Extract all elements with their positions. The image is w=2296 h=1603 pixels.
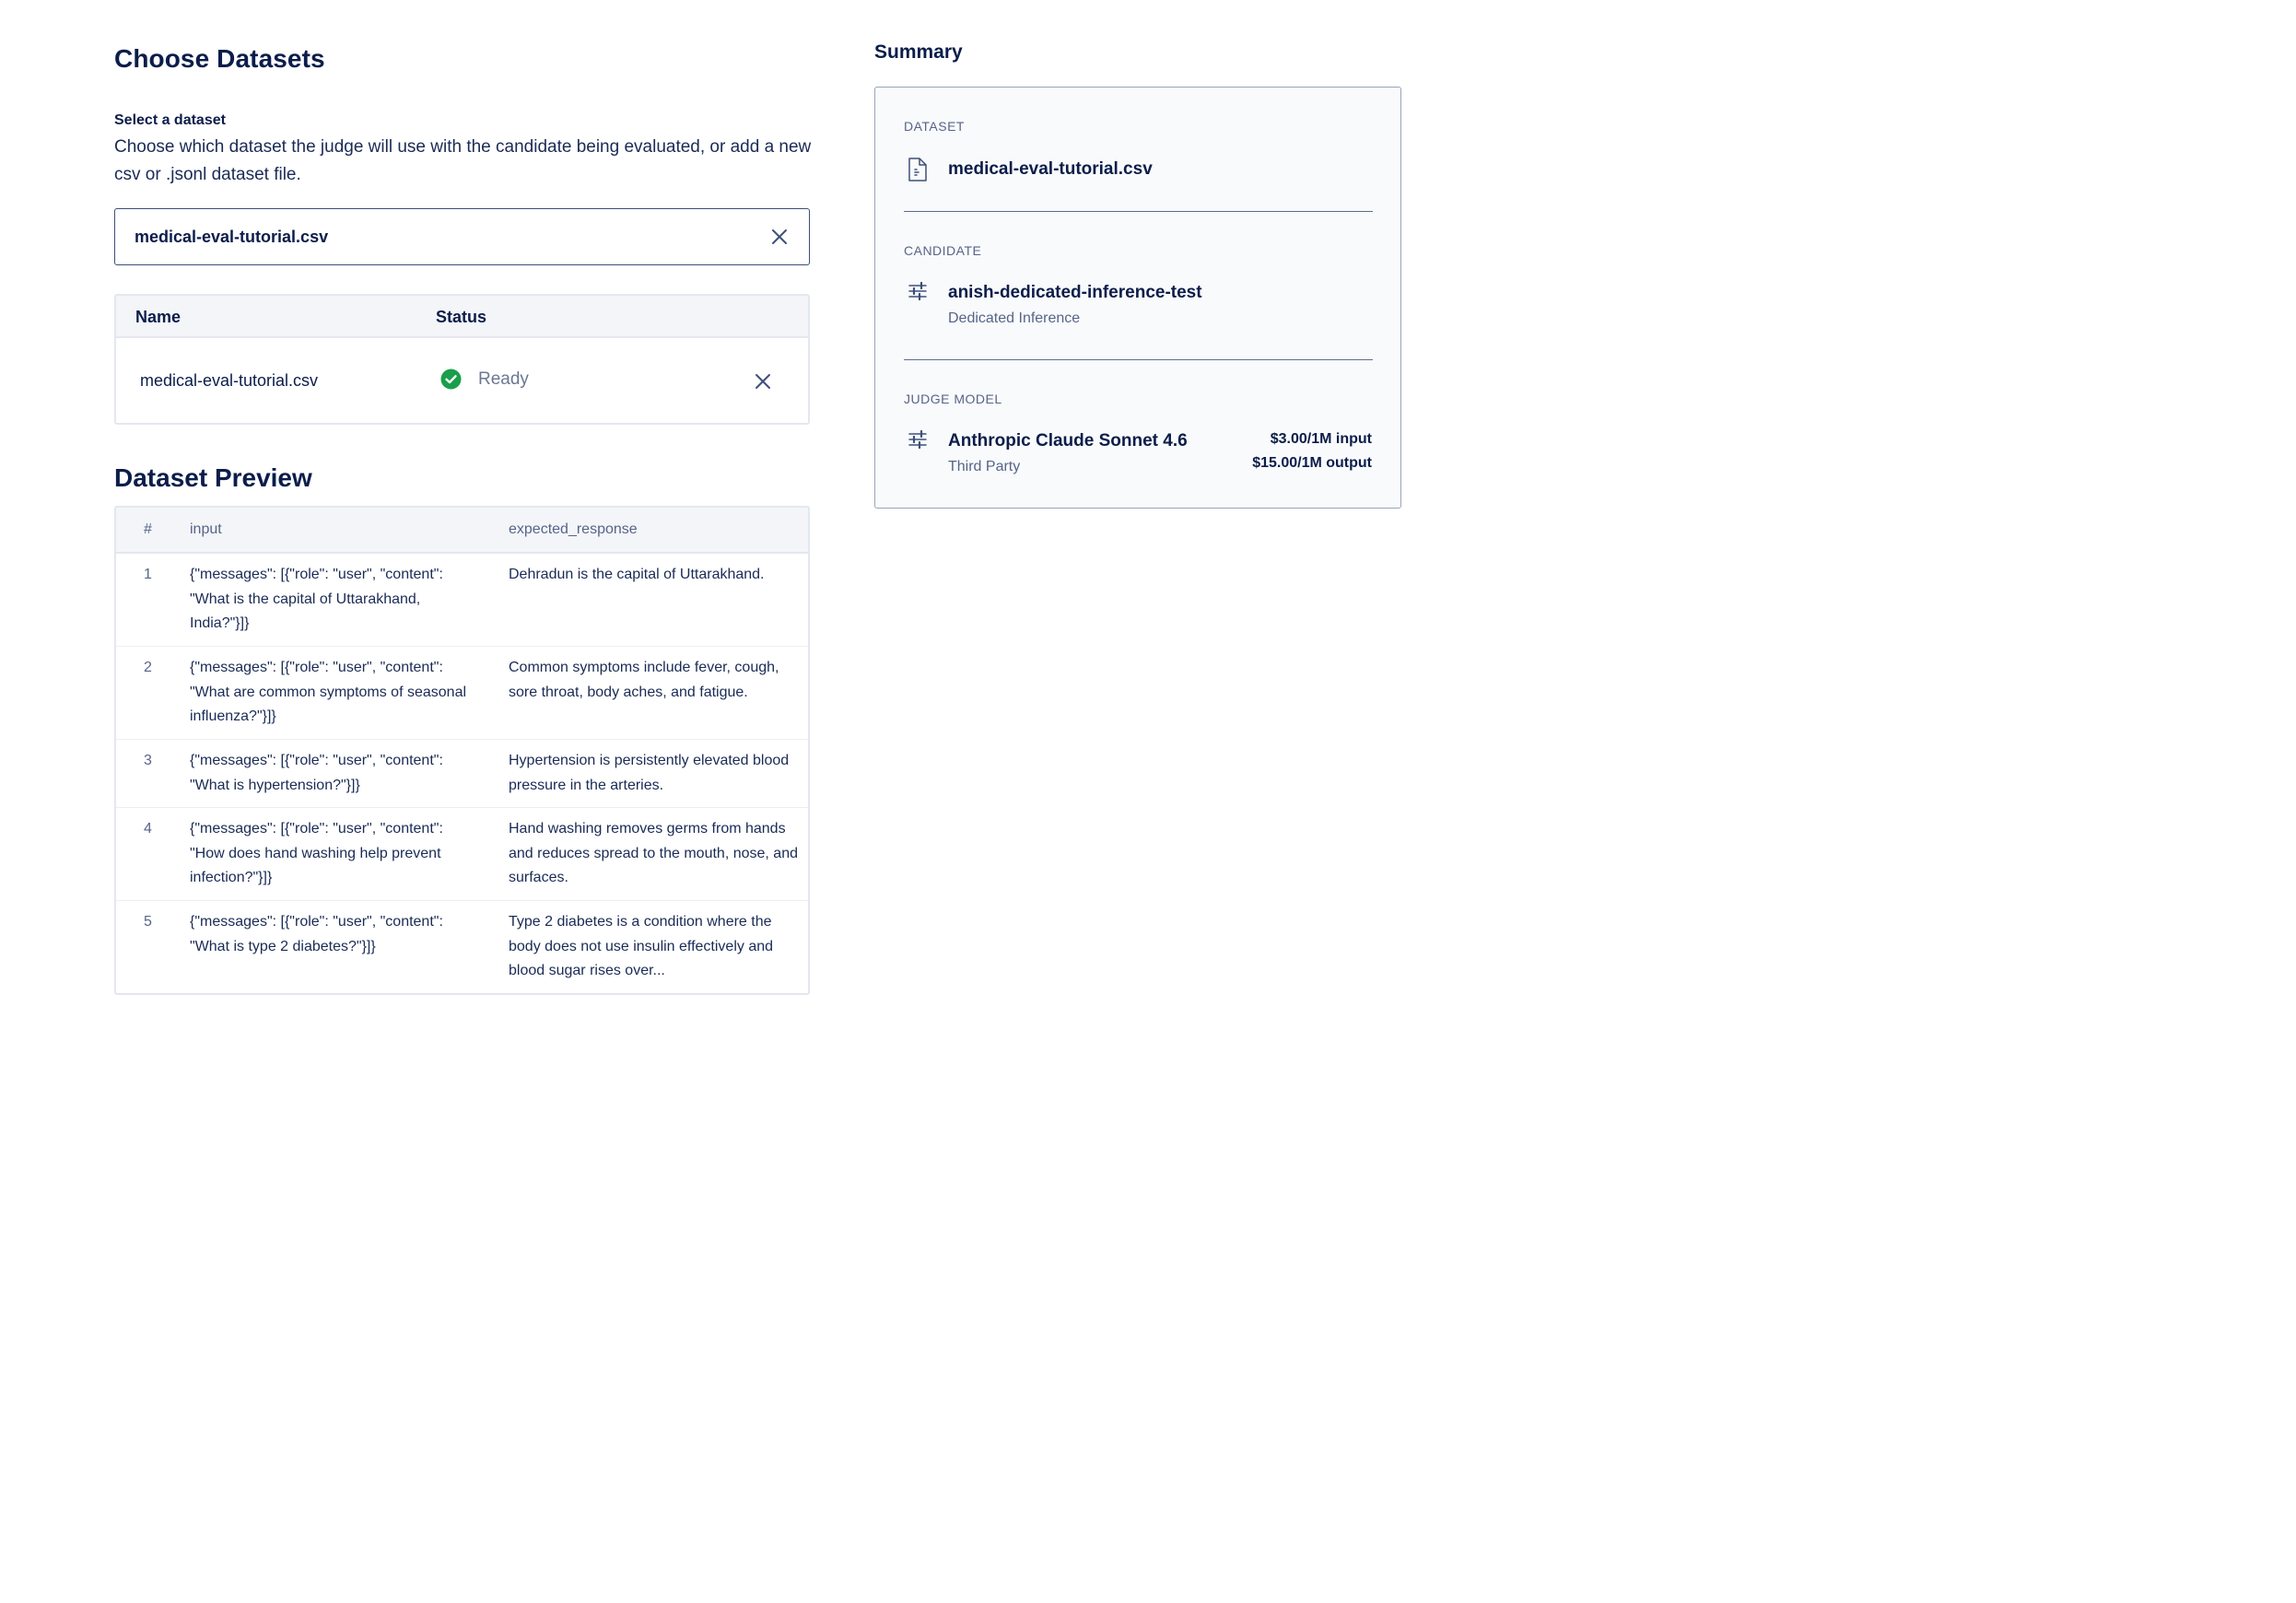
row-expected-response: Type 2 diabetes is a condition where the…	[509, 914, 774, 978]
column-header-status: Status	[436, 308, 487, 326]
row-input: {"messages": [{"role": "user", "content"…	[190, 660, 467, 724]
dataset-name: medical-eval-tutorial.csv	[948, 159, 1153, 179]
preview-table-header: # input expected_response	[116, 508, 808, 554]
select-dataset-label: Select a dataset	[114, 112, 226, 128]
row-number: 1	[144, 567, 152, 582]
dataset-section-label: DATASET	[904, 119, 965, 134]
summary-card: DATASET medical-eval-tutorial.csv CANDID…	[874, 87, 1401, 509]
row-input: {"messages": [{"role": "user", "content"…	[190, 567, 443, 631]
candidate-type: Dedicated Inference	[948, 310, 1081, 326]
row-expected-response: Common symptoms include fever, cough, so…	[509, 660, 779, 700]
file-name: medical-eval-tutorial.csv	[140, 371, 319, 390]
file-icon	[908, 158, 927, 181]
status-text: Ready	[478, 369, 529, 389]
files-table-header: Name Status	[116, 296, 808, 338]
dataset-select-value: medical-eval-tutorial.csv	[135, 227, 329, 246]
close-icon	[756, 374, 770, 389]
clear-selection-button[interactable]	[769, 227, 790, 247]
uploaded-files-table: Name Status medical-eval-tutorial.csv Re…	[114, 294, 810, 425]
close-icon	[772, 229, 787, 244]
column-header-number: #	[144, 521, 152, 537]
row-input: {"messages": [{"role": "user", "content"…	[190, 753, 443, 793]
select-dataset-description: Choose which dataset the judge will use …	[114, 137, 812, 184]
judge-model-name: Anthropic Claude Sonnet 4.6	[948, 431, 1188, 450]
table-row: 5 {"messages": [{"role": "user", "conten…	[116, 901, 808, 993]
row-input: {"messages": [{"role": "user", "content"…	[190, 821, 443, 885]
summary-title: Summary	[874, 41, 963, 63]
sliders-icon	[908, 281, 927, 301]
row-expected-response: Dehradun is the capital of Uttarakhand.	[509, 567, 765, 582]
table-row: 3 {"messages": [{"role": "user", "conten…	[116, 740, 808, 808]
row-expected-response: Hypertension is persistently elevated bl…	[509, 753, 790, 793]
status-badge: Ready	[440, 369, 529, 390]
check-circle-icon	[440, 369, 462, 390]
candidate-name: anish-dedicated-inference-test	[948, 283, 1202, 302]
sliders-icon	[908, 429, 927, 450]
row-input: {"messages": [{"role": "user", "content"…	[190, 914, 443, 954]
row-number: 5	[144, 914, 152, 930]
table-row: 2 {"messages": [{"role": "user", "conten…	[116, 647, 808, 740]
column-header-name: Name	[135, 308, 182, 326]
table-row: 4 {"messages": [{"role": "user", "conten…	[116, 808, 808, 901]
column-header-input: input	[190, 521, 222, 537]
dataset-preview-table: # input expected_response 1 {"messages":…	[114, 506, 810, 995]
table-row: medical-eval-tutorial.csv Ready	[116, 338, 808, 423]
row-number: 2	[144, 660, 152, 675]
judge-model-section-label: JUDGE MODEL	[904, 392, 1002, 406]
table-row: 1 {"messages": [{"role": "user", "conten…	[116, 554, 808, 647]
candidate-section-label: CANDIDATE	[904, 243, 982, 258]
dataset-preview-title: Dataset Preview	[114, 463, 312, 492]
input-price: $3.00/1M input	[1270, 431, 1372, 447]
column-header-expected-response: expected_response	[509, 521, 638, 537]
row-number: 4	[144, 821, 152, 837]
divider	[904, 359, 1373, 360]
judge-model-provider: Third Party	[948, 459, 1021, 474]
divider	[904, 211, 1373, 212]
page-title: Choose Datasets	[114, 44, 325, 73]
row-number: 3	[144, 753, 152, 768]
dataset-select-input[interactable]: medical-eval-tutorial.csv	[114, 208, 810, 265]
output-price: $15.00/1M output	[1252, 455, 1372, 471]
remove-file-button[interactable]	[753, 371, 773, 392]
row-expected-response: Hand washing removes germs from hands an…	[509, 821, 798, 885]
